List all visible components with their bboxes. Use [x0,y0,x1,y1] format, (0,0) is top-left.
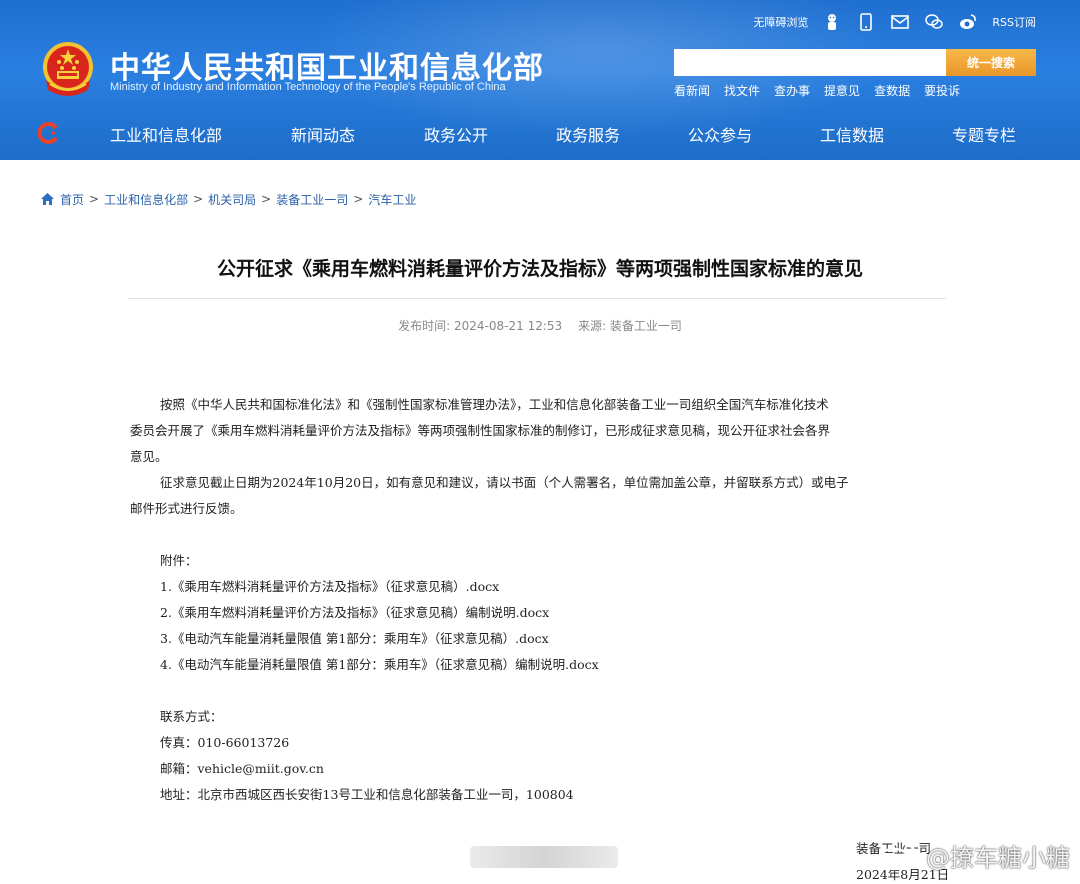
quick-link-complaint[interactable]: 要投诉 [924,82,960,99]
breadcrumb-separator: > [261,192,272,206]
attachment-link[interactable]: 2.《乘用车燃料消耗量评价方法及指标》（征求意见稿）编制说明.docx [160,600,950,626]
utility-bar: 无障碍浏览 RSS订阅 [753,10,1036,34]
mascot-icon[interactable] [822,12,842,32]
main-nav: 工业和信息化部 新闻动态 政务公开 政务服务 公众参与 工信数据 专题专栏 [0,110,1080,156]
paragraph-line: 意见。 [130,449,168,464]
paragraph-line: 征求意见截止日期为2024年10月20日，如有意见和建议，请以书面（个人需署名，… [160,475,849,490]
mail-icon[interactable] [890,12,910,32]
home-icon[interactable] [40,192,55,206]
breadcrumb-home[interactable]: 首页 [60,191,84,208]
search-bar: 统一搜索 [674,49,1036,76]
quick-link-feedback[interactable]: 提意见 [824,82,860,99]
attachment-link[interactable]: 1.《乘用车燃料消耗量评价方法及指标》（征求意见稿）.docx [160,574,950,600]
nav-item-ministry[interactable]: 工业和信息化部 [110,122,222,146]
nav-item-gov-services[interactable]: 政务服务 [556,122,620,146]
contact-address: 地址：北京市西城区西长安街13号工业和信息化部装备工业一司，100804 [160,787,574,802]
paragraph-line: 按照《中华人民共和国标准化法》和《强制性国家标准管理办法》，工业和信息化部装备工… [160,397,829,412]
breadcrumb-equipment-dept[interactable]: 装备工业一司 [276,191,348,208]
breadcrumb-separator: > [89,192,100,206]
accessibility-link[interactable]: 无障碍浏览 [753,14,808,30]
quick-link-data[interactable]: 查数据 [874,82,910,99]
nav-item-data[interactable]: 工信数据 [820,122,884,146]
attachment-link[interactable]: 3.《电动汽车能量消耗量限值 第1部分：乘用车》（征求意见稿）.docx [160,626,950,652]
nav-item-gov-affairs[interactable]: 政务公开 [424,122,488,146]
search-button[interactable]: 统一搜索 [946,49,1036,76]
blurred-overlay [470,846,618,868]
contact-email: 邮箱：vehicle@miit.gov.cn [160,761,324,776]
breadcrumb-departments[interactable]: 机关司局 [208,191,256,208]
site-subtitle: Ministry of Industry and Information Tec… [110,81,506,93]
paragraph-line: 委员会开展了《乘用车燃料消耗量评价方法及指标》等两项强制性国家标准的制修订，已形… [130,423,831,438]
nav-home-icon[interactable] [38,122,60,144]
title-divider [128,298,946,299]
watermark-text: @撩车糖小糖 [926,844,1070,872]
wechat-icon[interactable] [924,12,944,32]
rss-link[interactable]: RSS订阅 [992,14,1036,30]
attachment-link[interactable]: 4.《电动汽车能量消耗量限值 第1部分：乘用车》（征求意见稿）编制说明.docx [160,652,950,678]
nav-item-participation[interactable]: 公众参与 [688,122,752,146]
watermark: @撩车糖小糖 [876,838,1070,873]
breadcrumb-separator: > [353,192,364,206]
publish-time: 发布时间: 2024-08-21 12:53 [398,319,563,333]
paragraph-line: 邮件形式进行反馈。 [130,501,243,516]
quick-link-news[interactable]: 看新闻 [674,82,710,99]
site-header: 中华人民共和国工业和信息化部 Ministry of Industry and … [0,0,1080,160]
article-source: 来源: 装备工业一司 [577,319,682,333]
attachments-label: 附件： [160,553,198,568]
breadcrumb-ministry[interactable]: 工业和信息化部 [104,191,188,208]
national-emblem-icon[interactable] [40,40,96,98]
nav-item-topics[interactable]: 专题专栏 [952,122,1016,146]
nav-item-news[interactable]: 新闻动态 [291,122,355,146]
article-body: 按照《中华人民共和国标准化法》和《强制性国家标准管理办法》，工业和信息化部装备工… [130,392,950,808]
article-title: 公开征求《乘用车燃料消耗量评价方法及指标》等两项强制性国家标准的意见 [216,258,863,280]
breadcrumb-separator: > [193,192,204,206]
search-input[interactable] [674,49,946,76]
quick-links: 看新闻 找文件 查办事 提意见 查数据 要投诉 [674,82,960,99]
breadcrumb: 首页 > 工业和信息化部 > 机关司局 > 装备工业一司 > 汽车工业 [40,190,416,208]
weibo-watermark-icon [877,843,916,870]
quick-link-services[interactable]: 查办事 [774,82,810,99]
quick-link-files[interactable]: 找文件 [724,82,760,99]
article-meta: 发布时间: 2024-08-21 12:53 来源: 装备工业一司 [0,317,1080,334]
weibo-icon[interactable] [958,12,978,32]
contact-fax: 传真：010-66013726 [160,735,290,750]
breadcrumb-auto-industry[interactable]: 汽车工业 [368,191,416,208]
contact-label: 联系方式： [160,709,223,724]
mobile-icon[interactable] [856,12,876,32]
